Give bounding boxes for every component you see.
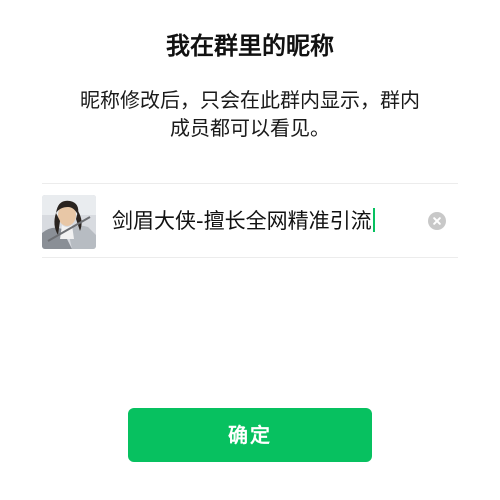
nickname-input-row[interactable]: 剑眉大侠-擅长全网精准引流 — [42, 184, 458, 257]
confirm-button[interactable]: 确定 — [128, 408, 372, 462]
description-text: 昵称修改后，只会在此群内显示，群内 成员都可以看见。 — [40, 86, 460, 142]
clear-icon[interactable] — [428, 212, 446, 230]
nickname-input[interactable]: 剑眉大侠-擅长全网精准引流 — [112, 202, 375, 240]
avatar — [42, 195, 96, 249]
nickname-edit-screen: 我在群里的昵称 昵称修改后，只会在此群内显示，群内 成员都可以看见。 剑眉大侠-… — [0, 0, 500, 500]
page-title: 我在群里的昵称 — [166, 32, 334, 60]
divider-bottom — [42, 257, 458, 258]
avatar-illustration — [42, 195, 96, 249]
text-cursor — [372, 208, 375, 232]
description-line-2: 成员都可以看见。 — [170, 116, 330, 140]
nickname-input-value: 剑眉大侠-擅长全网精准引流 — [112, 209, 372, 233]
description-line-1: 昵称修改后，只会在此群内显示，群内 — [80, 88, 420, 112]
